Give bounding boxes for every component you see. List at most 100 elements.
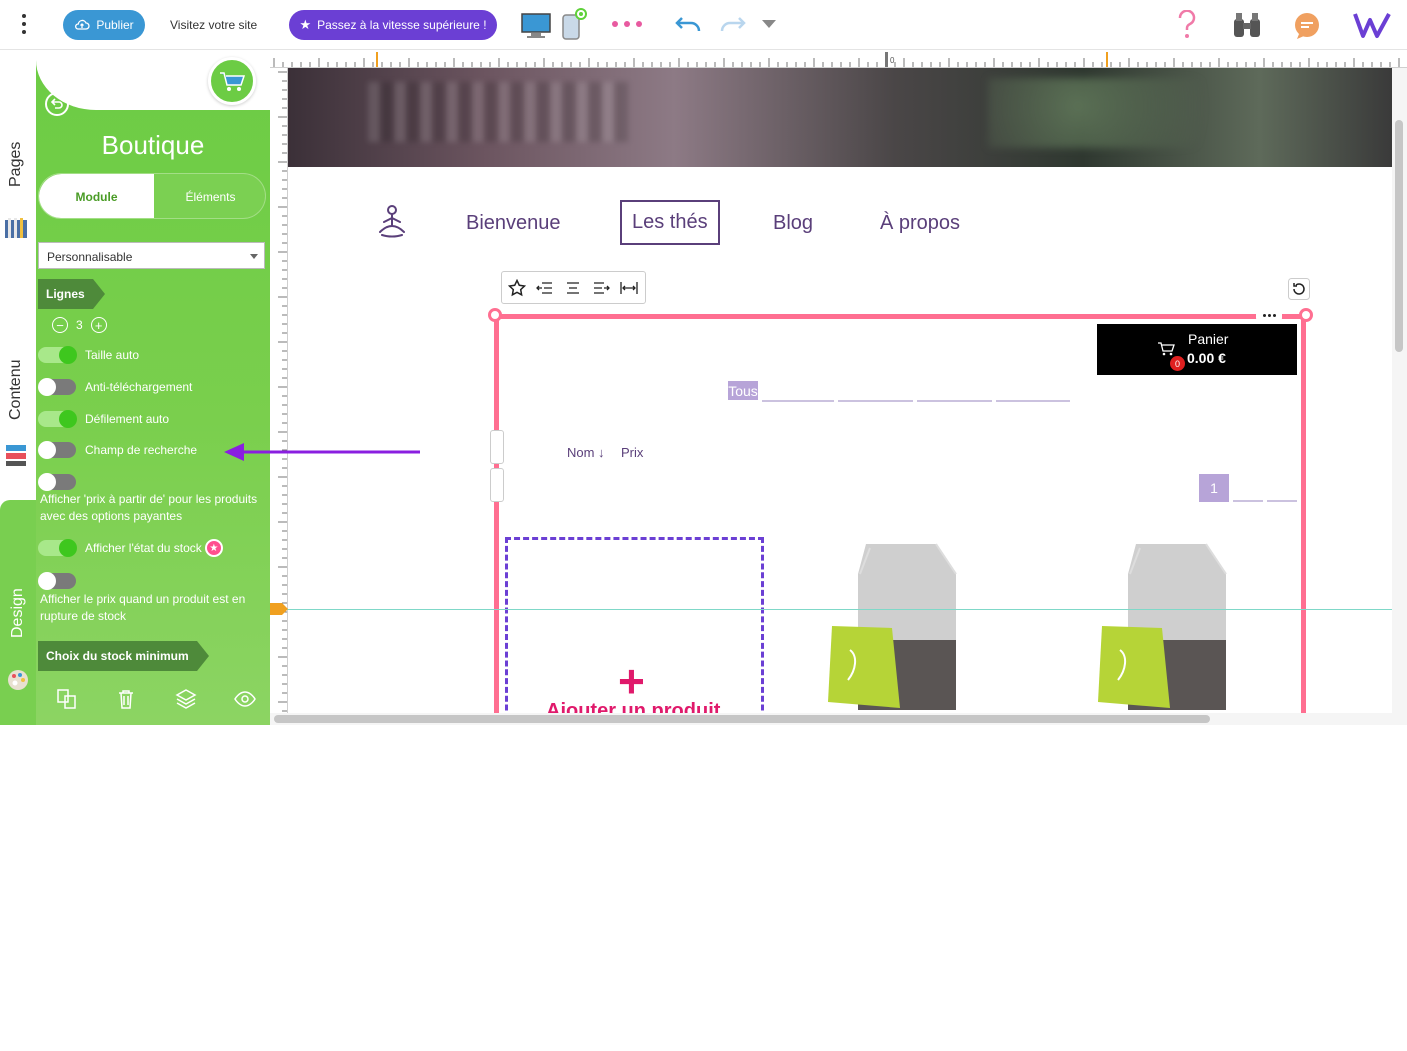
align-center-icon[interactable]: [562, 277, 584, 299]
pagination-page-1[interactable]: 1: [1199, 474, 1229, 502]
category-placeholder[interactable]: [917, 400, 992, 402]
vertical-scrollbar-thumb[interactable]: [1395, 120, 1403, 352]
reset-icon[interactable]: [1288, 278, 1310, 300]
add-product-tile[interactable]: + Ajouter un produit: [505, 537, 764, 713]
guide-marker-icon[interactable]: [270, 603, 288, 615]
cart-count-badge: 0: [1170, 356, 1185, 371]
palette-icon[interactable]: [6, 668, 30, 692]
horizontal-scrollbar[interactable]: [270, 713, 1392, 725]
price-from-toggle[interactable]: [38, 473, 76, 491]
horizontal-ruler: 0: [270, 50, 1407, 68]
content-icon[interactable]: [4, 442, 30, 468]
toggle-row-price-out-of-stock: [38, 572, 76, 590]
cart-widget[interactable]: Panier 0.00 € 0: [1097, 324, 1297, 375]
eye-icon[interactable]: [234, 688, 256, 710]
desktop-view-icon[interactable]: [521, 13, 551, 39]
mobile-view-icon[interactable]: [561, 7, 589, 41]
decrement-button[interactable]: −: [52, 317, 68, 333]
category-placeholder[interactable]: [838, 400, 913, 402]
binoculars-icon[interactable]: [1232, 11, 1262, 39]
site-navigation: Bienvenue Les thés Blog À propos: [288, 200, 1392, 250]
trash-icon[interactable]: [115, 688, 137, 710]
panel-tabs: Module Éléments: [38, 173, 266, 219]
chat-icon[interactable]: [1293, 12, 1321, 40]
ruler-ticks-vertical: [278, 71, 287, 721]
brand-logo-icon: [1353, 13, 1391, 38]
history-dropdown-icon[interactable]: [762, 20, 776, 28]
stock-state-toggle[interactable]: [38, 539, 77, 557]
auto-scroll-label: Défilement auto: [85, 412, 170, 426]
nav-item-bienvenue[interactable]: Bienvenue: [466, 212, 561, 235]
toggle-row-stock-state: Afficher l'état du stock ★: [38, 539, 223, 557]
panel-bottom-tools: [56, 688, 256, 710]
product-tea-bag-image[interactable]: [1088, 540, 1228, 713]
pages-icon[interactable]: [4, 216, 30, 242]
more-dots-icon[interactable]: [611, 20, 643, 28]
module-options-icon[interactable]: [1256, 308, 1282, 322]
search-field-label: Champ de recherche: [85, 443, 198, 457]
pagination-placeholder[interactable]: [1267, 500, 1297, 502]
auto-scroll-toggle[interactable]: [38, 410, 77, 428]
lines-count: 3: [76, 318, 83, 332]
help-icon[interactable]: [1177, 10, 1197, 40]
annotation-arrow-icon: [224, 443, 420, 461]
resize-handle-top-right[interactable]: [1299, 308, 1313, 322]
more-menu-icon[interactable]: [18, 12, 30, 36]
back-icon[interactable]: [45, 92, 69, 116]
category-placeholder[interactable]: [762, 400, 834, 402]
tab-design[interactable]: Design: [9, 588, 27, 638]
layers-icon[interactable]: [175, 688, 197, 710]
publish-button[interactable]: Publier: [63, 10, 145, 40]
premium-star-icon[interactable]: ★: [204, 539, 223, 557]
align-left-icon[interactable]: [534, 277, 556, 299]
tab-module[interactable]: Module: [39, 174, 154, 218]
align-right-icon[interactable]: [590, 277, 612, 299]
undo-icon[interactable]: [673, 15, 703, 35]
anti-download-toggle[interactable]: [38, 378, 76, 396]
tab-elements[interactable]: Éléments: [154, 174, 265, 218]
layout-select[interactable]: Personnalisable: [38, 242, 265, 269]
sort-by-price[interactable]: Prix: [621, 445, 643, 460]
star-icon: ★: [299, 17, 312, 32]
hero-banner-image: [288, 68, 1392, 167]
anti-download-label: Anti-téléchargement: [85, 380, 193, 394]
favorite-star-icon[interactable]: [506, 277, 528, 299]
nav-item-les-thes[interactable]: Les thés: [620, 200, 720, 245]
tab-content[interactable]: Contenu: [7, 360, 25, 421]
auto-size-toggle[interactable]: [38, 346, 77, 364]
toggle-row-anti-download: Anti-téléchargement: [38, 378, 193, 396]
product-tea-bag-image[interactable]: [818, 540, 958, 713]
category-placeholder[interactable]: [996, 400, 1070, 402]
toggle-row-price-from: [38, 473, 76, 491]
page-canvas[interactable]: Bienvenue Les thés Blog À propos Panier …: [288, 68, 1392, 713]
increment-button[interactable]: +: [90, 317, 107, 333]
horizontal-scrollbar-thumb[interactable]: [274, 715, 1210, 723]
category-all[interactable]: Tous: [728, 381, 758, 400]
section-lines: Lignes: [38, 279, 105, 309]
nav-item-a-propos[interactable]: À propos: [880, 212, 960, 235]
resize-handle-top-left[interactable]: [488, 308, 502, 322]
pagination-placeholder[interactable]: [1233, 500, 1263, 502]
layout-select-value: Personnalisable: [47, 250, 133, 264]
drag-handle-lower[interactable]: [490, 468, 504, 502]
close-icon[interactable]: [5, 1027, 29, 1051]
search-field-toggle[interactable]: [38, 441, 76, 459]
redo-icon[interactable]: [718, 15, 748, 35]
meditation-logo-icon[interactable]: [374, 204, 410, 240]
nav-item-blog[interactable]: Blog: [773, 212, 813, 235]
cart-label: Panier: [1188, 331, 1229, 347]
price-out-of-stock-toggle[interactable]: [38, 572, 76, 590]
upgrade-button[interactable]: ★ Passez à la vitesse supérieure !: [289, 10, 497, 40]
snap-guide-line: [270, 609, 1392, 610]
upgrade-label: Passez à la vitesse supérieure !: [317, 18, 487, 32]
vertical-scrollbar[interactable]: [1392, 68, 1407, 725]
ruler-zero-label: 0: [890, 56, 895, 65]
ruler-ticks: [273, 52, 1400, 67]
tab-pages[interactable]: Pages: [7, 142, 25, 187]
duplicate-icon[interactable]: [56, 688, 78, 710]
visit-site-link[interactable]: Visitez votre site: [170, 18, 257, 32]
shop-module-icon: [208, 57, 256, 105]
stretch-width-icon[interactable]: [618, 277, 640, 299]
drag-handle-upper[interactable]: [490, 430, 504, 464]
sort-by-name[interactable]: Nom ↓: [567, 445, 605, 460]
